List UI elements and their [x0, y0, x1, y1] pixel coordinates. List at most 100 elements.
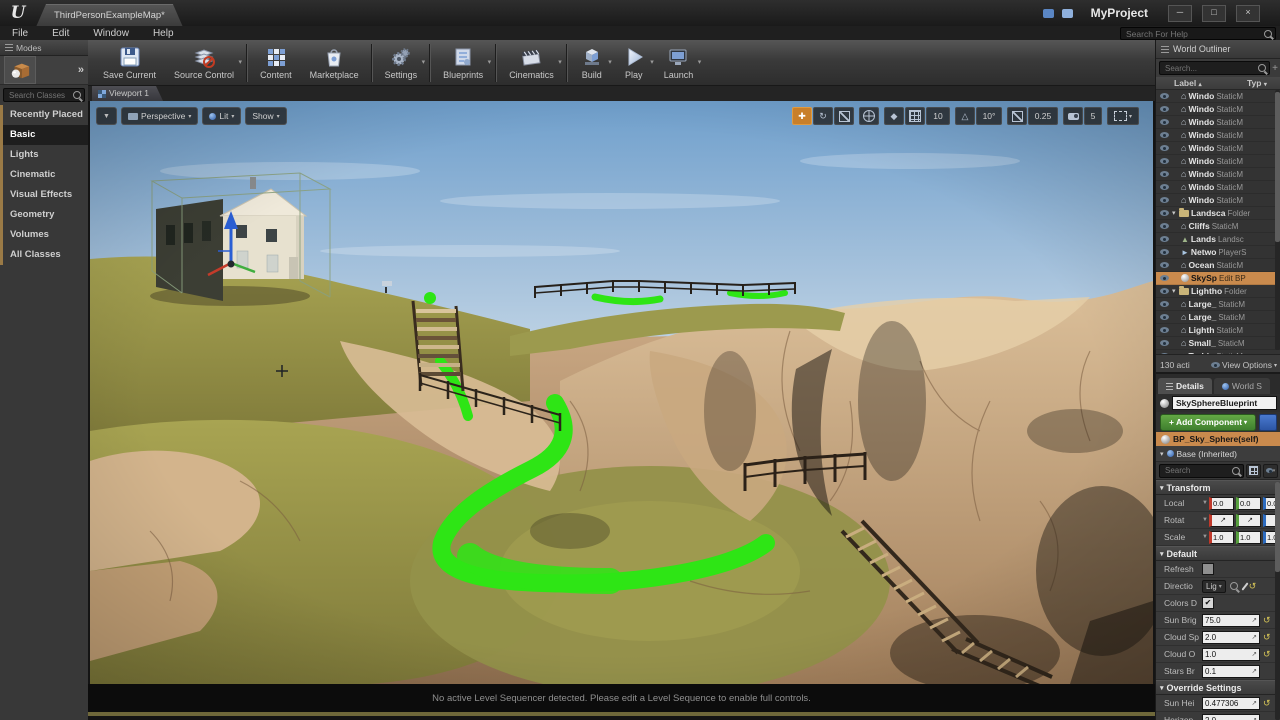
details-search-box[interactable] — [1159, 464, 1244, 478]
reset-to-default-icon[interactable]: ↺ — [1263, 633, 1271, 642]
grid-snap-button[interactable] — [905, 107, 925, 125]
outliner-row-large[interactable]: ⌂Large_StaticM — [1156, 311, 1280, 324]
rotate-tool-button[interactable]: ↻ — [813, 107, 833, 125]
menu-window[interactable]: Window — [81, 28, 141, 39]
visibility-eye-icon[interactable] — [1160, 301, 1169, 307]
outliner-scrollbar[interactable] — [1275, 90, 1280, 350]
scale-snap-button[interactable] — [1007, 107, 1027, 125]
column-label[interactable]: Label ▴ — [1156, 78, 1247, 88]
toolbar-marketplace-button[interactable]: Marketplace — [301, 42, 368, 84]
dropdown-caret-icon[interactable]: ▾ — [650, 58, 654, 66]
property-matrix-button[interactable] — [1246, 464, 1261, 478]
reset-to-default-icon[interactable]: ↺ — [1249, 582, 1257, 591]
outliner-row-windo[interactable]: ⌂WindoStaticM — [1156, 155, 1280, 168]
perspective-button[interactable]: Perspective▾ — [121, 107, 198, 125]
viewport-tab[interactable]: Viewport 1 — [92, 86, 163, 101]
visibility-eye-icon[interactable] — [1160, 145, 1169, 151]
actor-name-field[interactable]: SkySphereBlueprint — [1172, 396, 1277, 410]
rotation-snap-value[interactable]: 10° — [976, 107, 1002, 125]
visibility-eye-icon[interactable] — [1160, 223, 1169, 229]
section-override-settings[interactable]: ▾Override Settings — [1156, 680, 1280, 695]
visibility-eye-icon[interactable] — [1160, 288, 1169, 294]
toolbar-content-button[interactable]: Content — [251, 42, 301, 84]
visibility-eye-icon[interactable] — [1160, 340, 1169, 346]
outliner-row-windo[interactable]: ⌂WindoStaticM — [1156, 181, 1280, 194]
modes-panel-tab[interactable]: Modes — [0, 40, 88, 56]
sun-hei-field[interactable]: 0.477306↗ — [1202, 697, 1260, 710]
maximize-viewport-button[interactable]: ▾ — [1107, 107, 1139, 125]
scale-tool-button[interactable] — [834, 107, 854, 125]
outliner-row-landsca[interactable]: ▾LandscaFolder — [1156, 207, 1280, 220]
refresh-checkbox[interactable] — [1202, 563, 1214, 575]
details-search-input[interactable] — [1163, 465, 1232, 476]
outliner-row-windo[interactable]: ⌂WindoStaticM — [1156, 168, 1280, 181]
modes-item-volumes[interactable]: Volumes — [3, 225, 88, 245]
reset-to-default-icon[interactable]: ↺ — [1263, 699, 1271, 708]
dropdown-caret-icon[interactable]: ▾ — [608, 58, 612, 66]
add-component-button[interactable]: + Add Component▾ — [1160, 414, 1256, 431]
menu-file[interactable]: File — [0, 28, 40, 39]
outliner-row-ocean[interactable]: ⌂OceanStaticM — [1156, 259, 1280, 272]
modes-item-all-classes[interactable]: All Classes — [3, 245, 88, 265]
dropdown-caret-icon[interactable]: ▾ — [698, 58, 702, 66]
visibility-eye-icon[interactable] — [1160, 106, 1169, 112]
outliner-row-lightho[interactable]: ▾LighthoFolder — [1156, 285, 1280, 298]
viewport-options-button[interactable]: ▼ — [96, 107, 117, 125]
outliner-row-cliffs[interactable]: ⌂CliffsStaticM — [1156, 220, 1280, 233]
visibility-eye-icon[interactable] — [1160, 327, 1169, 333]
toolbar-build-button[interactable]: Build▾ — [571, 42, 613, 84]
scale-snap-value[interactable]: 0.25 — [1028, 107, 1058, 125]
modes-item-geometry[interactable]: Geometry — [3, 205, 88, 225]
visibility-eye-icon[interactable] — [1160, 236, 1169, 242]
toolbar-save-current-button[interactable]: Save Current — [94, 42, 165, 84]
show-button[interactable]: Show▾ — [245, 107, 286, 125]
grid-snap-value[interactable]: 10 — [926, 107, 950, 125]
coordinate-system-button[interactable] — [859, 107, 879, 125]
lit-mode-button[interactable]: Lit▾ — [202, 107, 241, 125]
outliner-row-windo[interactable]: ⌂WindoStaticM — [1156, 194, 1280, 207]
menu-edit[interactable]: Edit — [40, 28, 81, 39]
section-default[interactable]: ▾Default — [1156, 546, 1280, 561]
rotation-snap-button[interactable]: △ — [955, 107, 975, 125]
maximize-button[interactable]: □ — [1202, 5, 1226, 22]
outliner-search-box[interactable] — [1159, 61, 1270, 75]
modes-item-visual-effects[interactable]: Visual Effects — [3, 185, 88, 205]
component-base-row[interactable]: ▾ Base (Inherited) — [1156, 446, 1280, 462]
component-self-row[interactable]: BP_Sky_Sphere(self) — [1156, 432, 1280, 446]
section-transform[interactable]: ▾Transform — [1156, 480, 1280, 495]
modes-item-cinematic[interactable]: Cinematic — [3, 165, 88, 185]
outliner-row-large[interactable]: ⌂Large_StaticM — [1156, 298, 1280, 311]
rotation-x-field[interactable]: ↗ — [1209, 514, 1234, 527]
visibility-eye-icon[interactable] — [1160, 262, 1169, 268]
camera-speed-button[interactable] — [1063, 107, 1083, 125]
outliner-row-lighth[interactable]: ⌂LighthStaticM — [1156, 324, 1280, 337]
close-button[interactable]: × — [1236, 5, 1260, 22]
toolbar-blueprints-button[interactable]: Blueprints▾ — [434, 42, 492, 84]
level-tab[interactable]: ThirdPersonExampleMap* — [36, 4, 183, 27]
view-options-button[interactable]: View Options▾ — [1211, 360, 1277, 370]
stars-br-field[interactable]: 0.1↗ — [1202, 665, 1260, 678]
outliner-search-input[interactable] — [1163, 63, 1258, 74]
outliner-row-windo[interactable]: ⌂WindoStaticM — [1156, 116, 1280, 129]
outliner-row-windo[interactable]: ⌂WindoStaticM — [1156, 90, 1280, 103]
outliner-row-windo[interactable]: ⌂WindoStaticM — [1156, 103, 1280, 116]
reset-to-default-icon[interactable]: ↺ — [1263, 616, 1271, 625]
modes-item-lights[interactable]: Lights — [3, 145, 88, 165]
visibility-eye-icon[interactable] — [1160, 210, 1169, 216]
visibility-eye-icon[interactable] — [1160, 119, 1169, 125]
cloud-sp-field[interactable]: 2.0↗ — [1202, 631, 1260, 644]
visibility-eye-icon[interactable] — [1160, 184, 1169, 190]
dropdown-caret-icon[interactable]: ▾ — [422, 58, 426, 66]
visibility-eye-icon[interactable] — [1160, 353, 1169, 354]
toolbar-source-control-button[interactable]: Source Control▾ — [165, 42, 243, 84]
outliner-row-small[interactable]: ⌂Small_StaticM — [1156, 337, 1280, 350]
colors-d-checkbox[interactable]: ✔ — [1202, 597, 1214, 609]
reset-to-default-icon[interactable]: ↺ — [1263, 650, 1271, 659]
help-search-input[interactable] — [1124, 28, 1264, 40]
column-type[interactable]: Typ ▾ — [1247, 78, 1280, 88]
edit-blueprint-button[interactable] — [1259, 414, 1277, 431]
visibility-eye-icon[interactable] — [1160, 158, 1169, 164]
expand-caret-icon[interactable]: ▾ — [1172, 209, 1179, 217]
minimize-button[interactable]: ─ — [1168, 5, 1192, 22]
place-mode-button[interactable] — [4, 56, 36, 84]
